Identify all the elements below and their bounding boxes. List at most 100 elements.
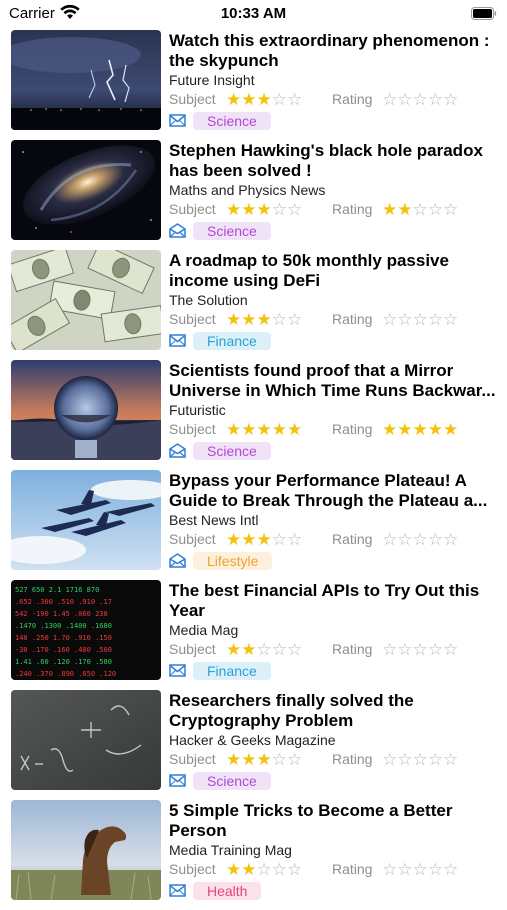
star-filled-icon[interactable]: ★ [257,750,272,769]
star-filled-icon[interactable]: ★ [257,90,272,109]
rating-stars[interactable]: ☆☆☆☆☆ [382,860,458,880]
star-empty-icon[interactable]: ☆ [382,860,397,879]
star-filled-icon[interactable]: ★ [382,200,397,219]
article-thumbnail-image[interactable] [11,140,161,240]
star-filled-icon[interactable]: ★ [428,420,443,439]
article-title[interactable]: The best Financial APIs to Try Out this … [169,581,503,621]
star-empty-icon[interactable]: ☆ [382,750,397,769]
star-filled-icon[interactable]: ★ [226,640,241,659]
mail-open-icon[interactable] [169,443,186,458]
article-title[interactable]: Bypass your Performance Plateau! A Guide… [169,471,503,511]
article-card[interactable]: A roadmap to 50k monthly passive income … [0,250,507,360]
star-empty-icon[interactable]: ☆ [382,640,397,659]
star-filled-icon[interactable]: ★ [226,90,241,109]
star-empty-icon[interactable]: ☆ [413,640,428,659]
star-empty-icon[interactable]: ☆ [428,200,443,219]
star-empty-icon[interactable]: ☆ [428,530,443,549]
star-filled-icon[interactable]: ★ [241,200,256,219]
article-thumbnail-image[interactable] [11,360,161,460]
rating-stars[interactable]: ★★★★★ [382,420,458,440]
subject-stars[interactable]: ★★★★★ [226,420,302,440]
star-empty-icon[interactable]: ☆ [428,90,443,109]
star-empty-icon[interactable]: ☆ [272,530,287,549]
article-card[interactable]: Scientists found proof that a Mirror Uni… [0,360,507,470]
star-filled-icon[interactable]: ★ [226,420,241,439]
star-filled-icon[interactable]: ★ [287,420,302,439]
star-empty-icon[interactable]: ☆ [272,860,287,879]
star-filled-icon[interactable]: ★ [226,530,241,549]
rating-stars[interactable]: ★★☆☆☆ [382,200,458,220]
star-empty-icon[interactable]: ☆ [272,310,287,329]
star-empty-icon[interactable]: ☆ [428,640,443,659]
star-empty-icon[interactable]: ☆ [443,530,458,549]
article-card[interactable]: 527 650 2.1 1716 870 .652 .300 .510 .910 … [0,580,507,690]
article-thumbnail-image[interactable] [11,690,161,790]
star-empty-icon[interactable]: ☆ [287,200,302,219]
star-filled-icon[interactable]: ★ [241,750,256,769]
star-empty-icon[interactable]: ☆ [428,860,443,879]
star-empty-icon[interactable]: ☆ [382,310,397,329]
star-filled-icon[interactable]: ★ [413,420,428,439]
star-filled-icon[interactable]: ★ [241,310,256,329]
star-empty-icon[interactable]: ☆ [413,310,428,329]
subject-stars[interactable]: ★★★☆☆ [226,530,302,550]
star-filled-icon[interactable]: ★ [226,200,241,219]
star-filled-icon[interactable]: ★ [257,530,272,549]
category-badge[interactable]: Finance [193,662,271,680]
article-list[interactable]: Watch this extraordinary phenomenon : th… [0,30,507,910]
article-title[interactable]: Scientists found proof that a Mirror Uni… [169,361,503,401]
star-empty-icon[interactable]: ☆ [443,860,458,879]
star-empty-icon[interactable]: ☆ [287,90,302,109]
star-empty-icon[interactable]: ☆ [287,860,302,879]
star-filled-icon[interactable]: ★ [241,860,256,879]
mail-open-icon[interactable] [169,553,186,568]
article-thumbnail-image[interactable]: 527 650 2.1 1716 870 .652 .300 .510 .910 … [11,580,161,680]
category-badge[interactable]: Science [193,772,271,790]
article-title[interactable]: Watch this extraordinary phenomenon : th… [169,31,503,71]
rating-stars[interactable]: ☆☆☆☆☆ [382,750,458,770]
star-filled-icon[interactable]: ★ [257,200,272,219]
star-empty-icon[interactable]: ☆ [382,90,397,109]
category-badge[interactable]: Science [193,222,271,240]
star-empty-icon[interactable]: ☆ [287,530,302,549]
star-filled-icon[interactable]: ★ [241,420,256,439]
article-card[interactable]: Stephen Hawking's black hole paradox has… [0,140,507,250]
star-filled-icon[interactable]: ★ [226,310,241,329]
star-empty-icon[interactable]: ☆ [257,640,272,659]
article-thumbnail-image[interactable] [11,250,161,350]
star-empty-icon[interactable]: ☆ [272,200,287,219]
star-empty-icon[interactable]: ☆ [287,310,302,329]
star-filled-icon[interactable]: ★ [241,530,256,549]
category-badge[interactable]: Science [193,442,271,460]
star-empty-icon[interactable]: ☆ [287,640,302,659]
star-filled-icon[interactable]: ★ [272,420,287,439]
star-filled-icon[interactable]: ★ [397,420,412,439]
mail-icon[interactable] [169,333,186,348]
star-empty-icon[interactable]: ☆ [443,640,458,659]
rating-stars[interactable]: ☆☆☆☆☆ [382,530,458,550]
star-empty-icon[interactable]: ☆ [413,200,428,219]
category-badge[interactable]: Science [193,112,271,130]
star-filled-icon[interactable]: ★ [382,420,397,439]
article-thumbnail-image[interactable] [11,470,161,570]
mail-icon[interactable] [169,883,186,898]
star-empty-icon[interactable]: ☆ [428,750,443,769]
star-empty-icon[interactable]: ☆ [413,750,428,769]
article-card[interactable]: Watch this extraordinary phenomenon : th… [0,30,507,140]
article-title[interactable]: A roadmap to 50k monthly passive income … [169,251,503,291]
star-empty-icon[interactable]: ☆ [413,530,428,549]
star-filled-icon[interactable]: ★ [257,420,272,439]
star-empty-icon[interactable]: ☆ [413,860,428,879]
star-empty-icon[interactable]: ☆ [272,750,287,769]
mail-icon[interactable] [169,773,186,788]
star-empty-icon[interactable]: ☆ [443,310,458,329]
star-empty-icon[interactable]: ☆ [287,750,302,769]
rating-stars[interactable]: ☆☆☆☆☆ [382,90,458,110]
subject-stars[interactable]: ★★★☆☆ [226,90,302,110]
star-filled-icon[interactable]: ★ [397,200,412,219]
star-empty-icon[interactable]: ☆ [443,750,458,769]
article-title[interactable]: Stephen Hawking's black hole paradox has… [169,141,503,181]
star-empty-icon[interactable]: ☆ [397,860,412,879]
star-filled-icon[interactable]: ★ [257,310,272,329]
star-empty-icon[interactable]: ☆ [397,750,412,769]
